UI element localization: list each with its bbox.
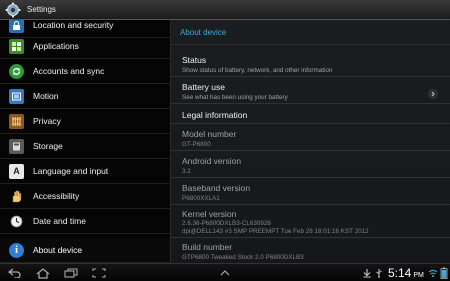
gear-icon[interactable] [5,2,21,18]
sidebar-item-privacy[interactable]: Privacy [0,109,170,134]
clock-time: 5:14 [388,266,412,280]
status-title: Status [182,55,207,65]
battery-use-row[interactable]: Battery use See what has been using your… [171,77,450,104]
clock-ampm: PM [413,272,424,279]
window-title: Settings [27,5,56,14]
sync-icon [9,63,24,79]
kernel-version-row: Kernel version 2.6.36-P6800DXLB3-CL63092… [171,205,450,238]
sidebar-item-label: Date and time [33,216,86,226]
sidebar-item-about-device[interactable]: i About device [0,238,170,263]
sidebar-item-storage[interactable]: Storage [0,134,170,159]
chevron-up-icon[interactable] [218,267,232,279]
sidebar-item-label: Motion [33,91,59,101]
sidebar-item-accessibility[interactable]: Accessibility [0,184,170,209]
status-clock[interactable]: 5:14 PM [388,264,424,281]
notification-usb-icon[interactable] [374,267,384,279]
info-icon: i [9,242,24,258]
android-version-row[interactable]: Android version 3.2 [171,151,450,178]
battery-use-subtitle: See what has been using your battery [182,94,288,101]
motion-icon [9,88,24,104]
baseband-version-row: Baseband version P6800XXLA1 [171,178,450,205]
sidebar-item-language-input[interactable]: A Language and input [0,159,170,184]
sidebar-item-label: Accessibility [33,191,80,201]
about-device-pane: About device Status Show status of batte… [171,20,450,263]
status-row[interactable]: Status Show status of battery, network, … [171,50,450,77]
build-number-value: GTP6800 Tweaked Stock 2.0 P6800DXLB3 [182,254,304,261]
page-title: About device [180,28,227,37]
baseband-version-value: P6800XXLA1 [182,195,220,202]
accessibility-hand-icon [9,189,24,204]
model-number-title: Model number [182,129,237,139]
sidebar-item-label: About device [33,245,83,255]
model-number-row: Model number GT-P6800 [171,124,450,151]
android-version-value: 3.2 [182,168,191,175]
applications-icon [9,38,24,54]
sidebar-item-applications[interactable]: Applications [0,34,170,59]
build-number-title: Build number [182,242,233,252]
status-subtitle: Show status of battery, network, and oth… [182,67,333,74]
kernel-version-build-info: dpi@DELL143 #3 SMP PREEMPT Tue Feb 28 18… [182,228,369,235]
recent-apps-icon[interactable] [64,267,78,279]
storage-icon [9,138,24,154]
sidebar-item-label: Accounts and sync [33,66,105,76]
model-number-value: GT-P6800 [182,141,211,148]
kernel-version-value: 2.6.36-P6800DXLB3-CL630926 [182,220,271,227]
sidebar-item-date-time[interactable]: Date and time [0,209,170,234]
sidebar-item-label: Location and security [33,20,114,30]
sidebar-item-label: Applications [33,41,79,51]
build-number-row: Build number GTP6800 Tweaked Stock 2.0 P… [171,238,450,263]
battery-use-title: Battery use [182,82,225,92]
kernel-version-title: Kernel version [182,209,237,219]
sidebar-item-motion[interactable]: Motion [0,84,170,109]
battery-icon [439,267,449,279]
android-version-title: Android version [182,156,242,166]
sidebar-item-accounts-sync[interactable]: Accounts and sync [0,59,170,84]
back-icon[interactable] [8,267,22,279]
clock-icon [9,214,24,229]
sidebar-item-label: Storage [33,141,63,151]
wifi-signal-icon [428,267,438,279]
baseband-version-title: Baseband version [182,183,251,193]
settings-sidebar: Location and security Applications Accou… [0,20,170,263]
home-icon[interactable] [36,267,50,279]
chevron-right-icon [428,86,438,99]
sidebar-item-label: Privacy [33,116,61,126]
header-divider [171,44,450,45]
legal-information-title: Legal information [182,110,248,120]
notification-download-icon[interactable] [362,267,372,279]
sidebar-item-label: Language and input [33,166,109,176]
legal-information-row[interactable]: Legal information [171,104,450,124]
title-bar: Settings [0,0,450,20]
screenshot-icon[interactable] [92,267,106,279]
location-security-icon [9,20,24,33]
privacy-icon [9,113,24,129]
language-icon: A [9,163,24,179]
system-bar: 5:14 PM [0,263,450,281]
